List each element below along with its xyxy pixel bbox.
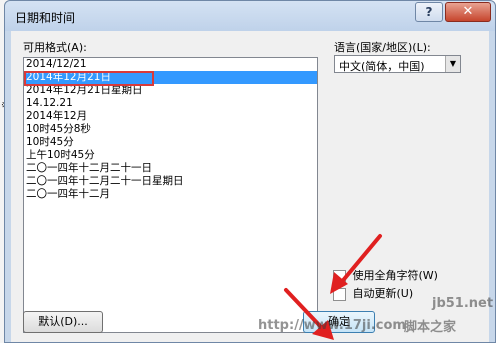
dialog-title: 日期和时间: [15, 11, 76, 25]
format-list-item[interactable]: 14.12.21: [24, 97, 317, 110]
formats-label: 可用格式(A):: [23, 41, 87, 54]
watermark-site: jb51.net: [432, 296, 494, 311]
format-list-item[interactable]: 二〇一四年十二月二十一日: [24, 162, 317, 175]
fullwidth-checkbox-row[interactable]: 使用全角字符(W): [333, 267, 438, 283]
format-list-item[interactable]: 10时45分: [24, 136, 317, 149]
language-select-value: 中文(简体，中国): [339, 60, 425, 73]
autoupdate-checkbox[interactable]: [333, 287, 346, 301]
autoupdate-label: 自动更新(U): [352, 287, 414, 300]
format-list-item[interactable]: 10时45分8秒: [24, 123, 317, 136]
watermark-url: http://www.17ji.com: [258, 318, 406, 333]
format-list-item[interactable]: 二〇一四年十二月: [24, 188, 317, 201]
dialog-content: 可用格式(A): 2014/12/21 2014年12月21日 2014年12月21…: [11, 31, 489, 342]
language-select[interactable]: 中文(简体，中国) ▼: [334, 55, 461, 73]
highlight-annotation-box: [24, 71, 154, 86]
format-list-item[interactable]: 上午10时45分: [24, 149, 317, 162]
dropdown-arrow-icon[interactable]: ▼: [445, 56, 460, 72]
format-list-item[interactable]: 2014/12/21: [24, 58, 317, 71]
default-button[interactable]: 默认(D)...: [23, 311, 103, 333]
formats-listbox[interactable]: 2014/12/21 2014年12月21日 2014年12月21日星期日 14.12…: [23, 57, 318, 333]
date-time-dialog: 日期和时间 ? ✕ 可用格式(A): 2014/12/21 2014年12月21日…: [4, 0, 496, 343]
format-list-item[interactable]: 2014年12月: [24, 110, 317, 123]
language-label: 语言(国家/地区)(L):: [334, 41, 431, 54]
help-button[interactable]: ?: [415, 2, 443, 22]
fullwidth-checkbox[interactable]: [333, 269, 346, 283]
autoupdate-checkbox-row[interactable]: 自动更新(U): [333, 285, 413, 301]
close-button[interactable]: ✕: [445, 2, 491, 22]
fullwidth-label: 使用全角字符(W): [352, 269, 438, 282]
watermark-brand: 脚本之家: [404, 320, 457, 335]
title-bar[interactable]: 日期和时间 ? ✕: [5, 1, 495, 31]
format-list-item[interactable]: 二〇一四年十二月二十一日星期日: [24, 175, 317, 188]
